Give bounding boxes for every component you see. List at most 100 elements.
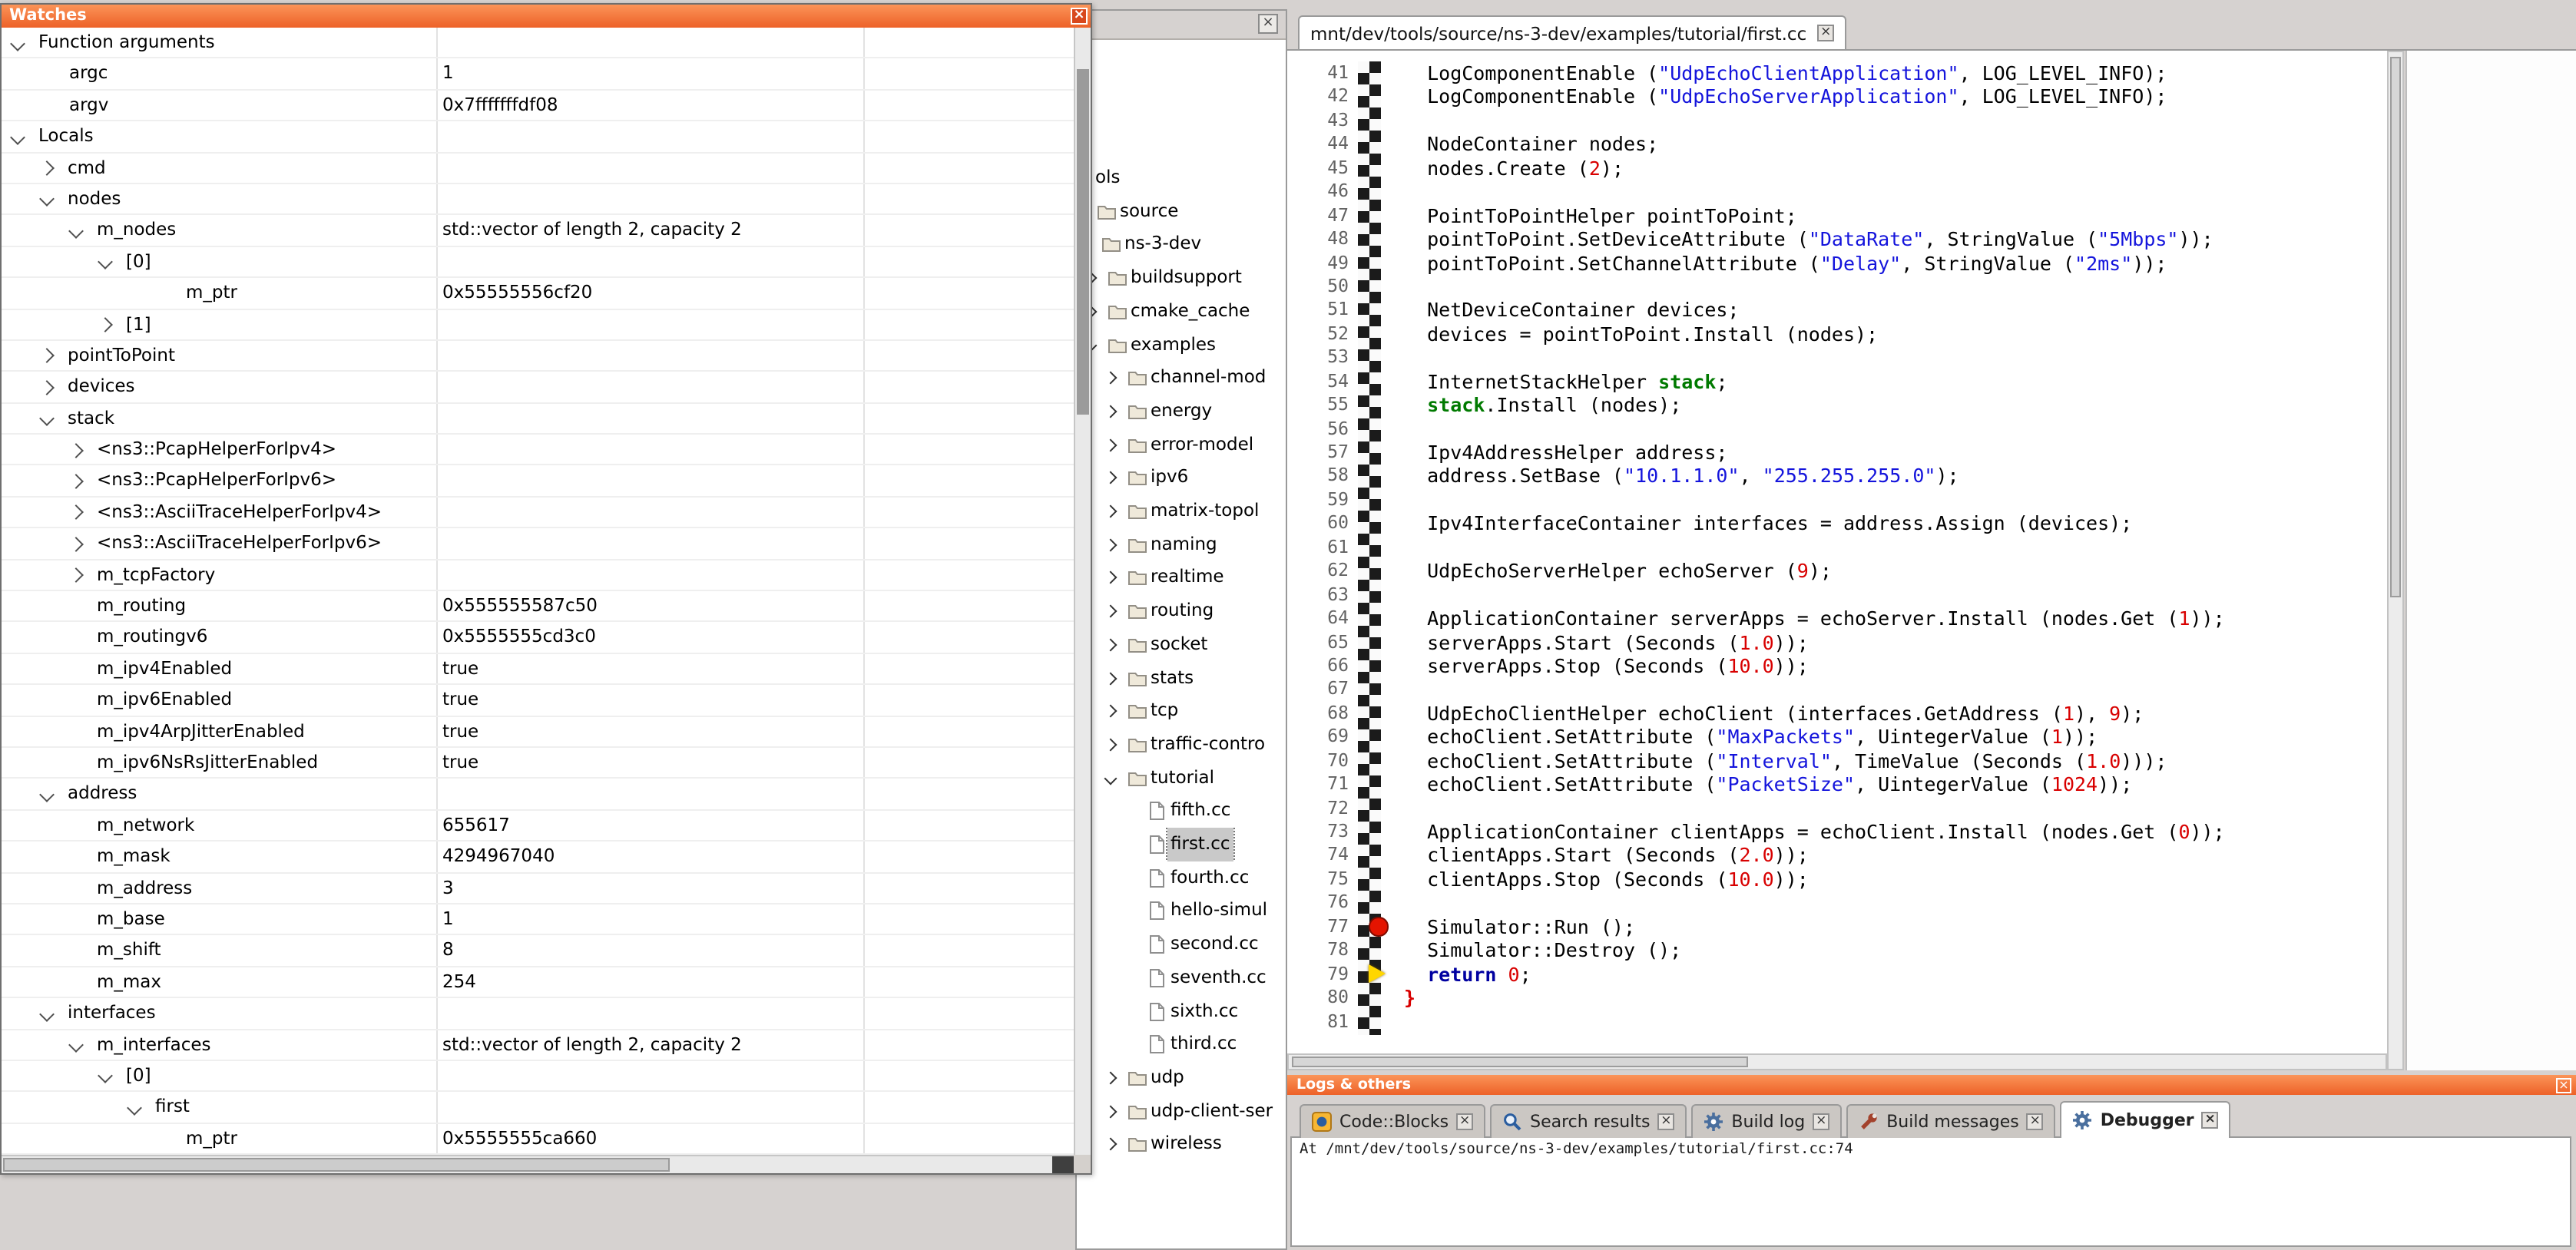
code-line[interactable]: 50 xyxy=(1287,275,2387,299)
chevron-down-icon[interactable] xyxy=(127,1100,142,1116)
tree-item[interactable]: naming xyxy=(1077,527,1286,561)
close-icon[interactable]: × xyxy=(1813,1113,1829,1130)
breakpoint-icon[interactable] xyxy=(1369,917,1388,936)
chevron-down-icon[interactable] xyxy=(39,787,55,802)
tab-build-log[interactable]: Build log× xyxy=(1691,1104,1842,1138)
tree-item[interactable]: examples xyxy=(1077,328,1286,361)
code-text[interactable]: ApplicationContainer serverApps = echoSe… xyxy=(1358,607,2225,630)
code-text[interactable]: pointToPoint.SetChannelAttribute ("Delay… xyxy=(1358,251,2167,275)
code-text[interactable]: echoClient.SetAttribute ("PacketSize", U… xyxy=(1358,772,2132,796)
chevron-right-icon[interactable] xyxy=(68,442,84,458)
chevron-right-icon[interactable] xyxy=(1104,738,1117,751)
watch-row[interactable]: m_interfacesstd::vector of length 2, cap… xyxy=(2,1030,1077,1061)
scrollbar-thumb[interactable] xyxy=(2390,57,2401,597)
watch-row[interactable]: stack xyxy=(2,403,1077,435)
chevron-right-icon[interactable] xyxy=(39,380,55,395)
code-text[interactable]: Ipv4AddressHelper address; xyxy=(1358,441,1727,465)
close-icon[interactable]: × xyxy=(1071,8,1088,25)
code-text[interactable]: Simulator::Destroy (); xyxy=(1358,938,1681,962)
tree-item[interactable]: error-model xyxy=(1077,428,1286,461)
tree-item[interactable]: matrix-topol xyxy=(1077,494,1286,527)
tree-item[interactable]: fifth.cc xyxy=(1077,795,1286,828)
code-text[interactable]: pointToPoint.SetDeviceAttribute ("DataRa… xyxy=(1358,227,2213,251)
code-line[interactable]: 61 xyxy=(1287,536,2387,560)
chevron-right-icon[interactable] xyxy=(1104,705,1117,718)
chevron-right-icon[interactable] xyxy=(1104,1105,1117,1118)
code-text[interactable]: NodeContainer nodes; xyxy=(1358,133,1658,157)
tree-item[interactable]: ns-3-dev xyxy=(1077,228,1286,261)
chevron-right-icon[interactable] xyxy=(39,160,55,176)
line-number[interactable]: 60 xyxy=(1287,512,1358,536)
code-text[interactable] xyxy=(1358,1010,1404,1033)
code-line[interactable]: 51 NetDeviceContainer devices; xyxy=(1287,299,2387,322)
code-line[interactable]: 76 xyxy=(1287,891,2387,915)
editor-vertical-scrollbar[interactable] xyxy=(2387,51,2404,1070)
scrollbar-thumb[interactable] xyxy=(1292,1057,1748,1067)
code-text[interactable]: UdpEchoServerHelper echoServer (9); xyxy=(1358,559,1832,583)
line-number[interactable]: 41 xyxy=(1287,61,1358,85)
code-text[interactable]: ApplicationContainer clientApps = echoCl… xyxy=(1358,820,2225,844)
code-line[interactable]: 55 stack.Install (nodes); xyxy=(1287,393,2387,417)
chevron-right-icon[interactable] xyxy=(68,505,84,521)
watch-row[interactable]: m_ptr0x5555555ca660 xyxy=(2,1123,1077,1155)
code-text[interactable]: LogComponentEnable ("UdpEchoServerApplic… xyxy=(1358,85,2167,109)
tree-item[interactable]: source xyxy=(1077,194,1286,227)
line-number[interactable]: 69 xyxy=(1287,726,1358,749)
line-number[interactable]: 67 xyxy=(1287,678,1358,702)
chevron-right-icon[interactable] xyxy=(1104,505,1117,518)
chevron-down-icon[interactable] xyxy=(68,1037,84,1053)
tree-item[interactable]: wireless xyxy=(1077,1128,1286,1161)
code-text[interactable] xyxy=(1358,796,1404,820)
watch-row[interactable]: <ns3::PcapHelperForIpv6> xyxy=(2,466,1077,498)
line-number[interactable]: 61 xyxy=(1287,536,1358,560)
code-line[interactable]: 72 xyxy=(1287,796,2387,820)
line-number[interactable]: 64 xyxy=(1287,607,1358,630)
code-text[interactable] xyxy=(1358,536,1404,560)
watch-row[interactable]: m_shift8 xyxy=(2,936,1077,967)
code-text[interactable] xyxy=(1358,583,1404,607)
watch-row[interactable]: m_base1 xyxy=(2,904,1077,936)
watch-row[interactable]: [0] xyxy=(2,246,1077,278)
watch-row[interactable]: m_ipv4Enabledtrue xyxy=(2,654,1077,686)
line-number[interactable]: 50 xyxy=(1287,275,1358,299)
code-line[interactable]: 60 Ipv4InterfaceContainer interfaces = a… xyxy=(1287,512,2387,536)
chevron-right-icon[interactable] xyxy=(68,537,84,552)
code-text[interactable] xyxy=(1358,275,1404,299)
code-line[interactable]: 62 UdpEchoServerHelper echoServer (9); xyxy=(1287,559,2387,583)
tree-item[interactable]: buildsupport xyxy=(1077,261,1286,294)
chevron-right-icon[interactable] xyxy=(1104,1071,1117,1084)
watch-row[interactable]: address xyxy=(2,779,1077,811)
chevron-right-icon[interactable] xyxy=(1104,471,1117,484)
code-line[interactable]: 59 xyxy=(1287,488,2387,512)
chevron-right-icon[interactable] xyxy=(1104,605,1117,618)
watch-row[interactable]: nodes xyxy=(2,184,1077,216)
line-number[interactable]: 57 xyxy=(1287,441,1358,465)
tree-item[interactable]: traffic-contro xyxy=(1077,728,1286,761)
code-editor[interactable]: 41 LogComponentEnable ("UdpEchoClientApp… xyxy=(1287,51,2387,1070)
code-text[interactable]: clientApps.Start (Seconds (2.0)); xyxy=(1358,844,1809,868)
watch-row[interactable]: m_ptr0x55555556cf20 xyxy=(2,278,1077,309)
watch-row[interactable]: m_mask4294967040 xyxy=(2,842,1077,873)
watch-row[interactable]: m_nodesstd::vector of length 2, capacity… xyxy=(2,216,1077,247)
code-line[interactable]: 54 InternetStackHelper stack; xyxy=(1287,369,2387,393)
watch-row[interactable]: m_tcpFactory xyxy=(2,560,1077,591)
watch-row[interactable]: pointToPoint xyxy=(2,341,1077,372)
chevron-right-icon[interactable] xyxy=(1104,438,1117,451)
close-icon[interactable]: × xyxy=(1657,1113,1674,1130)
chevron-right-icon[interactable] xyxy=(1104,1138,1117,1151)
watches-titlebar[interactable]: Watches × xyxy=(2,5,1091,28)
watch-row[interactable]: argc1 xyxy=(2,59,1077,91)
tree-item[interactable]: stats xyxy=(1077,661,1286,694)
editor-tab-first-cc[interactable]: mnt/dev/tools/source/ns-3-dev/examples/t… xyxy=(1298,15,1846,49)
line-number[interactable]: 76 xyxy=(1287,891,1358,915)
line-number[interactable]: 70 xyxy=(1287,749,1358,772)
tree-item[interactable]: channel-mod xyxy=(1077,361,1286,394)
code-line[interactable]: 70 echoClient.SetAttribute ("Interval", … xyxy=(1287,749,2387,772)
line-number[interactable]: 54 xyxy=(1287,369,1358,393)
tree-item[interactable]: tutorial xyxy=(1077,761,1286,794)
code-text[interactable] xyxy=(1358,346,1404,370)
code-line[interactable]: 42 LogComponentEnable ("UdpEchoServerApp… xyxy=(1287,85,2387,109)
code-line[interactable]: 47 PointToPointHelper pointToPoint; xyxy=(1287,203,2387,227)
line-number[interactable]: 81 xyxy=(1287,1010,1358,1033)
code-text[interactable]: Simulator::Run (); xyxy=(1358,915,1635,939)
